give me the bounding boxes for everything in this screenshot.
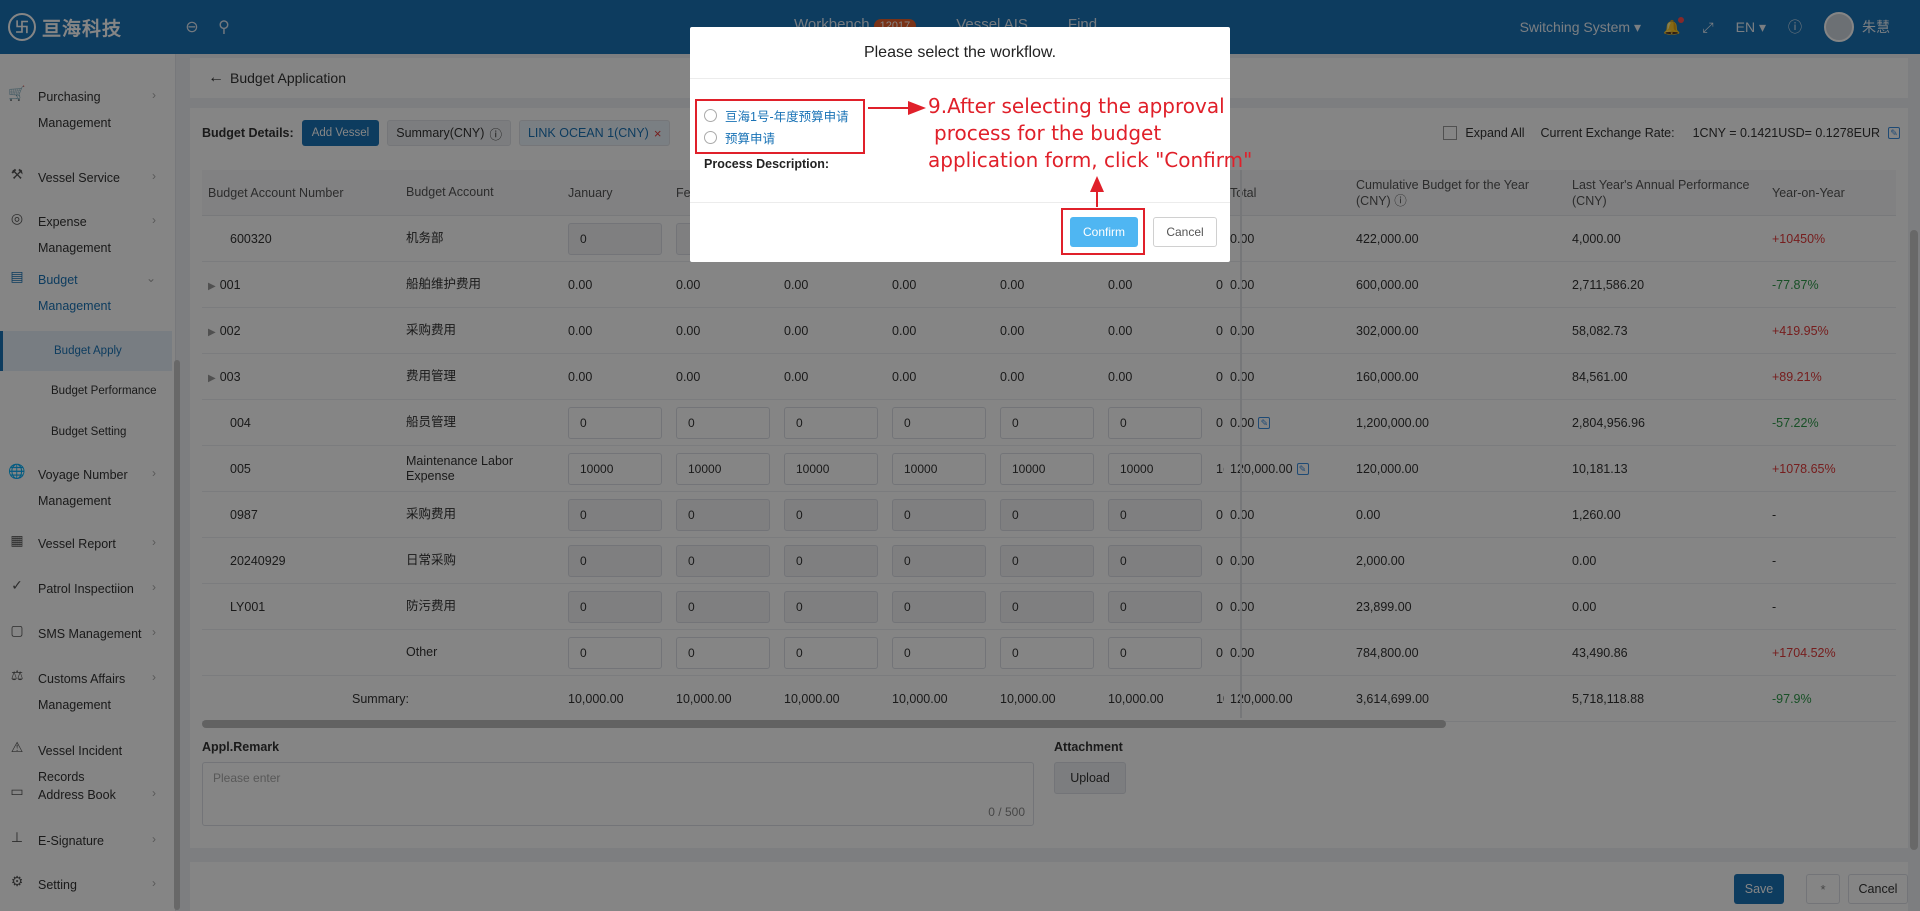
- annotation-line-1: 9.After selecting the approval: [928, 94, 1225, 118]
- annotation-line-2: process for the budget: [934, 121, 1162, 145]
- annotation-text: 9.After selecting the approval process f…: [928, 93, 1258, 174]
- annotation-line-3: application form, click "Confirm": [928, 148, 1253, 172]
- arrow-head: [908, 101, 926, 115]
- arrow-head: [1090, 176, 1104, 192]
